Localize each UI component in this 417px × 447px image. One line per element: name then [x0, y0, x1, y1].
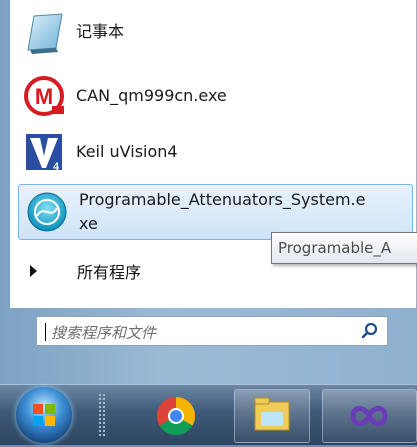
visual-studio-icon[interactable] [322, 389, 417, 443]
program-item-notepad[interactable]: 记事本 [10, 6, 415, 58]
chrome-icon[interactable] [150, 389, 202, 443]
program-item-can-qm999cn[interactable]: M CAN_qm999cn.exe [10, 70, 415, 122]
all-programs-label: 所有程序 [77, 263, 142, 282]
search-icon[interactable] [361, 322, 379, 340]
svg-text:M: M [35, 84, 53, 109]
attenuator-app-icon [25, 190, 69, 234]
arrow-right-icon [30, 265, 37, 277]
program-label: Keil uVision4 [76, 142, 178, 161]
all-programs-button[interactable]: 所有程序 [30, 258, 141, 284]
program-tooltip: Programable_A [271, 232, 417, 264]
search-placeholder: 搜索程序和文件 [51, 324, 157, 342]
taskbar [0, 384, 417, 445]
notepad-icon [22, 10, 66, 54]
program-item-keil-uvision4[interactable]: 4 Keil uVision4 [10, 126, 415, 178]
text-caret [45, 323, 46, 341]
search-input[interactable]: 搜索程序和文件 [36, 316, 388, 346]
program-label: CAN_qm999cn.exe [76, 86, 227, 105]
start-orb-icon[interactable] [16, 387, 72, 443]
keil-uvision-icon: 4 [22, 130, 66, 174]
svg-text:4: 4 [53, 161, 60, 173]
file-explorer-icon[interactable] [234, 389, 310, 443]
taskbar-grip[interactable] [98, 393, 106, 437]
program-label: 记事本 [76, 22, 125, 41]
program-label: Programable_Attenuators_System.exe [79, 190, 366, 233]
can-app-icon: M [22, 74, 66, 118]
